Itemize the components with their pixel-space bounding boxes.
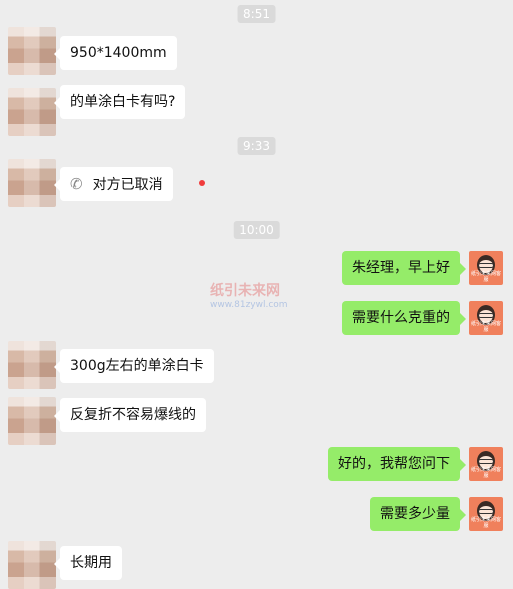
- my-avatar[interactable]: 纸引未来网客服: [469, 251, 503, 285]
- message-bubble[interactable]: 朱经理，早上好: [342, 251, 466, 285]
- call-status-text: 对方已取消: [92, 177, 163, 193]
- contact-avatar[interactable]: [8, 397, 56, 445]
- contact-avatar[interactable]: [8, 341, 56, 389]
- phone-icon: ✆: [70, 175, 83, 193]
- unread-dot: [199, 180, 205, 186]
- contact-avatar[interactable]: [8, 159, 56, 207]
- message-bubble[interactable]: 需要多少量: [370, 497, 466, 531]
- message-bubble[interactable]: 需要什么克重的: [342, 301, 466, 335]
- message-bubble[interactable]: 的单涂白卡有吗?: [53, 85, 186, 119]
- message-row: 950*1400mm: [0, 27, 513, 75]
- contact-avatar[interactable]: [8, 27, 56, 75]
- message-row: 长期用: [0, 541, 513, 589]
- message-bubble[interactable]: 950*1400mm: [54, 36, 177, 70]
- message-row: 反复折不容易爆线的: [0, 397, 513, 445]
- my-avatar[interactable]: 纸引未来网客服: [469, 497, 503, 531]
- timestamp: 10:00: [233, 221, 280, 239]
- message-bubble[interactable]: 反复折不容易爆线的: [54, 398, 206, 432]
- contact-avatar[interactable]: [8, 88, 56, 136]
- message-bubble[interactable]: 长期用: [54, 546, 122, 580]
- timestamp: 8:51: [237, 5, 276, 23]
- my-avatar[interactable]: 纸引未来网客服: [469, 447, 503, 481]
- message-row: 好的，我帮您问下 纸引未来网客服: [0, 447, 513, 487]
- timestamp: 9:33: [237, 137, 276, 155]
- my-avatar[interactable]: 纸引未来网客服: [469, 301, 503, 335]
- message-row: 的单涂白卡有吗?: [0, 85, 513, 136]
- call-cancelled-bubble[interactable]: ✆ 对方已取消: [54, 167, 173, 201]
- message-bubble[interactable]: 好的，我帮您问下: [328, 447, 466, 481]
- message-row: 300g左右的单涂白卡: [0, 341, 513, 389]
- message-row: 需要什么克重的 纸引未来网客服: [0, 301, 513, 341]
- message-bubble[interactable]: 300g左右的单涂白卡: [54, 349, 214, 383]
- message-row: ✆ 对方已取消: [0, 159, 513, 207]
- message-row: 需要多少量 纸引未来网客服: [0, 497, 513, 537]
- contact-avatar[interactable]: [8, 541, 56, 589]
